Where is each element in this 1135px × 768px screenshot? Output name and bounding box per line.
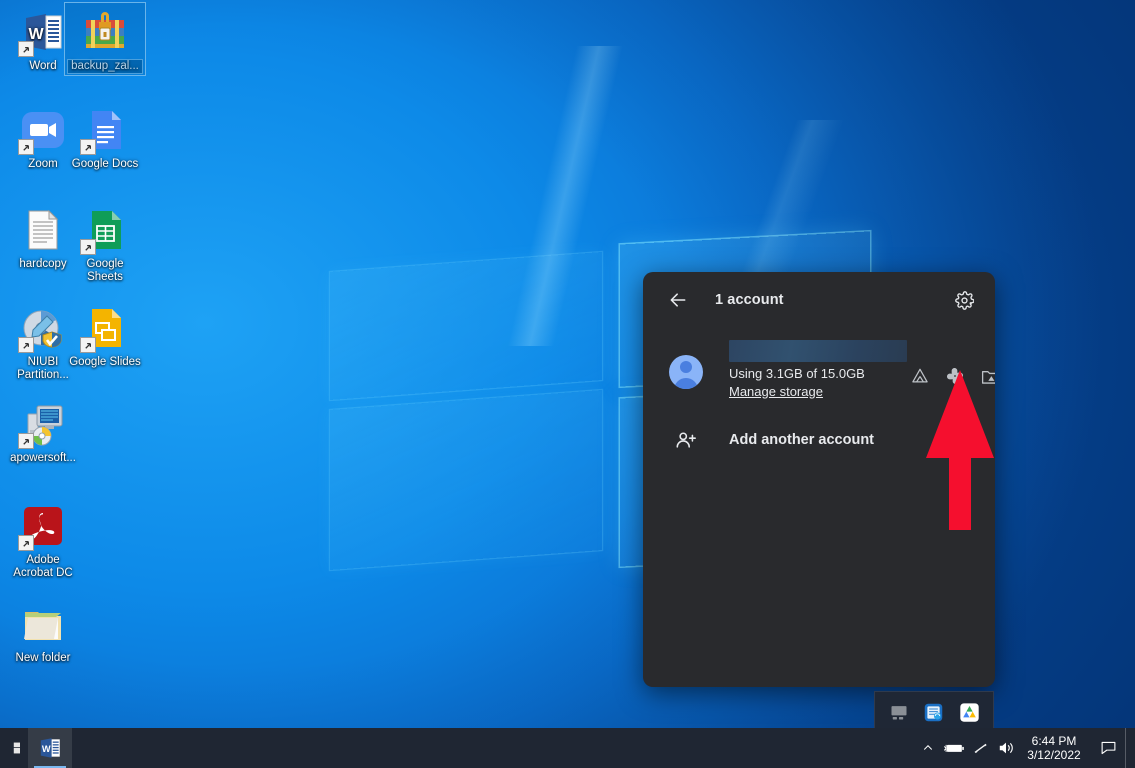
- manage-storage-link[interactable]: Manage storage: [729, 383, 823, 401]
- shortcut-overlay-icon: [18, 41, 34, 57]
- taskbar-clock[interactable]: 6:44 PM 3/12/2022: [1019, 734, 1091, 762]
- clock-time: 6:44 PM: [1027, 734, 1081, 748]
- system-tray: 6:44 PM 3/12/2022: [915, 728, 1135, 768]
- google-docs-icon: [81, 106, 129, 154]
- action-center-icon[interactable]: [1091, 728, 1125, 768]
- zoom-icon: [19, 106, 67, 154]
- start-button[interactable]: [0, 728, 22, 768]
- desktop-icon-backup-archive[interactable]: backup_zal...: [68, 8, 142, 73]
- desktop-icon-label: Adobe Acrobat DC: [6, 554, 80, 580]
- desktop-icon-label: Google Sheets: [68, 258, 142, 284]
- apowersoft-recorder-icon: [19, 400, 67, 448]
- shortcut-overlay-icon: [18, 433, 34, 449]
- wifi-icon[interactable]: [967, 728, 993, 768]
- avatar-head: [680, 361, 692, 373]
- popup-header: 1 account: [643, 272, 995, 328]
- google-drive-account-popup: 1 account Using 3.1GB of 15.0GB Manage s…: [643, 272, 995, 687]
- shortcut-overlay-icon: [18, 535, 34, 551]
- show-desktop-button[interactable]: [1125, 728, 1133, 768]
- folder-icon: [19, 600, 67, 648]
- desktop-icon-label: Google Slides: [68, 356, 142, 369]
- volume-icon[interactable]: [993, 728, 1019, 768]
- account-row: Using 3.1GB of 15.0GB Manage storage: [643, 328, 995, 405]
- winrar-archive-icon: [81, 8, 129, 56]
- battery-charging-icon[interactable]: [941, 728, 967, 768]
- taskbar-app-list: W: [28, 728, 72, 768]
- account-name-redacted: [729, 340, 907, 362]
- add-another-account-row[interactable]: Add another account: [643, 419, 995, 461]
- desktop-icon-new-folder[interactable]: New folder: [6, 600, 80, 665]
- taskbar-item-word[interactable]: W: [28, 728, 72, 768]
- desktop-icon-google-slides[interactable]: Google Slides: [68, 304, 142, 369]
- shortcut-overlay-icon: [80, 239, 96, 255]
- google-photos-icon[interactable]: [942, 363, 968, 389]
- drive-folder-icon[interactable]: [977, 363, 995, 389]
- desktop-screen: W Word: [0, 0, 1135, 768]
- storage-usage-text: Using 3.1GB of 15.0GB: [729, 365, 907, 383]
- shortcut-overlay-icon: [18, 337, 34, 353]
- desktop-icon-label: Google Docs: [68, 158, 142, 171]
- text-document-icon: [19, 206, 67, 254]
- taskbar: W: [0, 728, 1135, 768]
- shortcut-overlay-icon: [80, 337, 96, 353]
- desktop-icon-grid: W Word: [0, 0, 160, 700]
- clock-date: 3/12/2022: [1027, 748, 1081, 762]
- display-monitor-icon[interactable]: [886, 699, 912, 725]
- google-slides-icon: [81, 304, 129, 352]
- word-icon: W: [19, 8, 67, 56]
- account-action-icons: [907, 363, 995, 389]
- adobe-acrobat-icon: [19, 502, 67, 550]
- tray-overflow-flyout: [874, 691, 994, 733]
- gear-icon[interactable]: [947, 283, 981, 317]
- desktop-icon-adobe-acrobat[interactable]: Adobe Acrobat DC: [6, 502, 80, 580]
- person-add-icon: [669, 429, 703, 451]
- shortcut-overlay-icon: [18, 139, 34, 155]
- google-sheets-icon: [81, 206, 129, 254]
- add-another-account-label: Add another account: [729, 432, 874, 448]
- avatar-body: [674, 378, 698, 389]
- account-text-block: Using 3.1GB of 15.0GB Manage storage: [729, 336, 907, 401]
- google-drive-icon[interactable]: [907, 363, 933, 389]
- desktop-icon-label: apowersoft...: [6, 452, 80, 465]
- chevron-up-icon[interactable]: [915, 728, 941, 768]
- popup-title: 1 account: [715, 292, 947, 308]
- network-app-icon[interactable]: [921, 699, 947, 725]
- google-drive-tray-icon[interactable]: [956, 699, 982, 725]
- desktop-icon-google-docs[interactable]: Google Docs: [68, 106, 142, 171]
- desktop-icon-label: New folder: [6, 652, 80, 665]
- avatar: [669, 355, 703, 389]
- shortcut-overlay-icon: [80, 139, 96, 155]
- back-arrow-icon[interactable]: [661, 283, 695, 317]
- desktop-icon-apowersoft[interactable]: apowersoft...: [6, 400, 80, 465]
- niubi-partition-editor-icon: [19, 304, 67, 352]
- svg-text:W: W: [42, 744, 51, 754]
- desktop-icon-google-sheets[interactable]: Google Sheets: [68, 206, 142, 284]
